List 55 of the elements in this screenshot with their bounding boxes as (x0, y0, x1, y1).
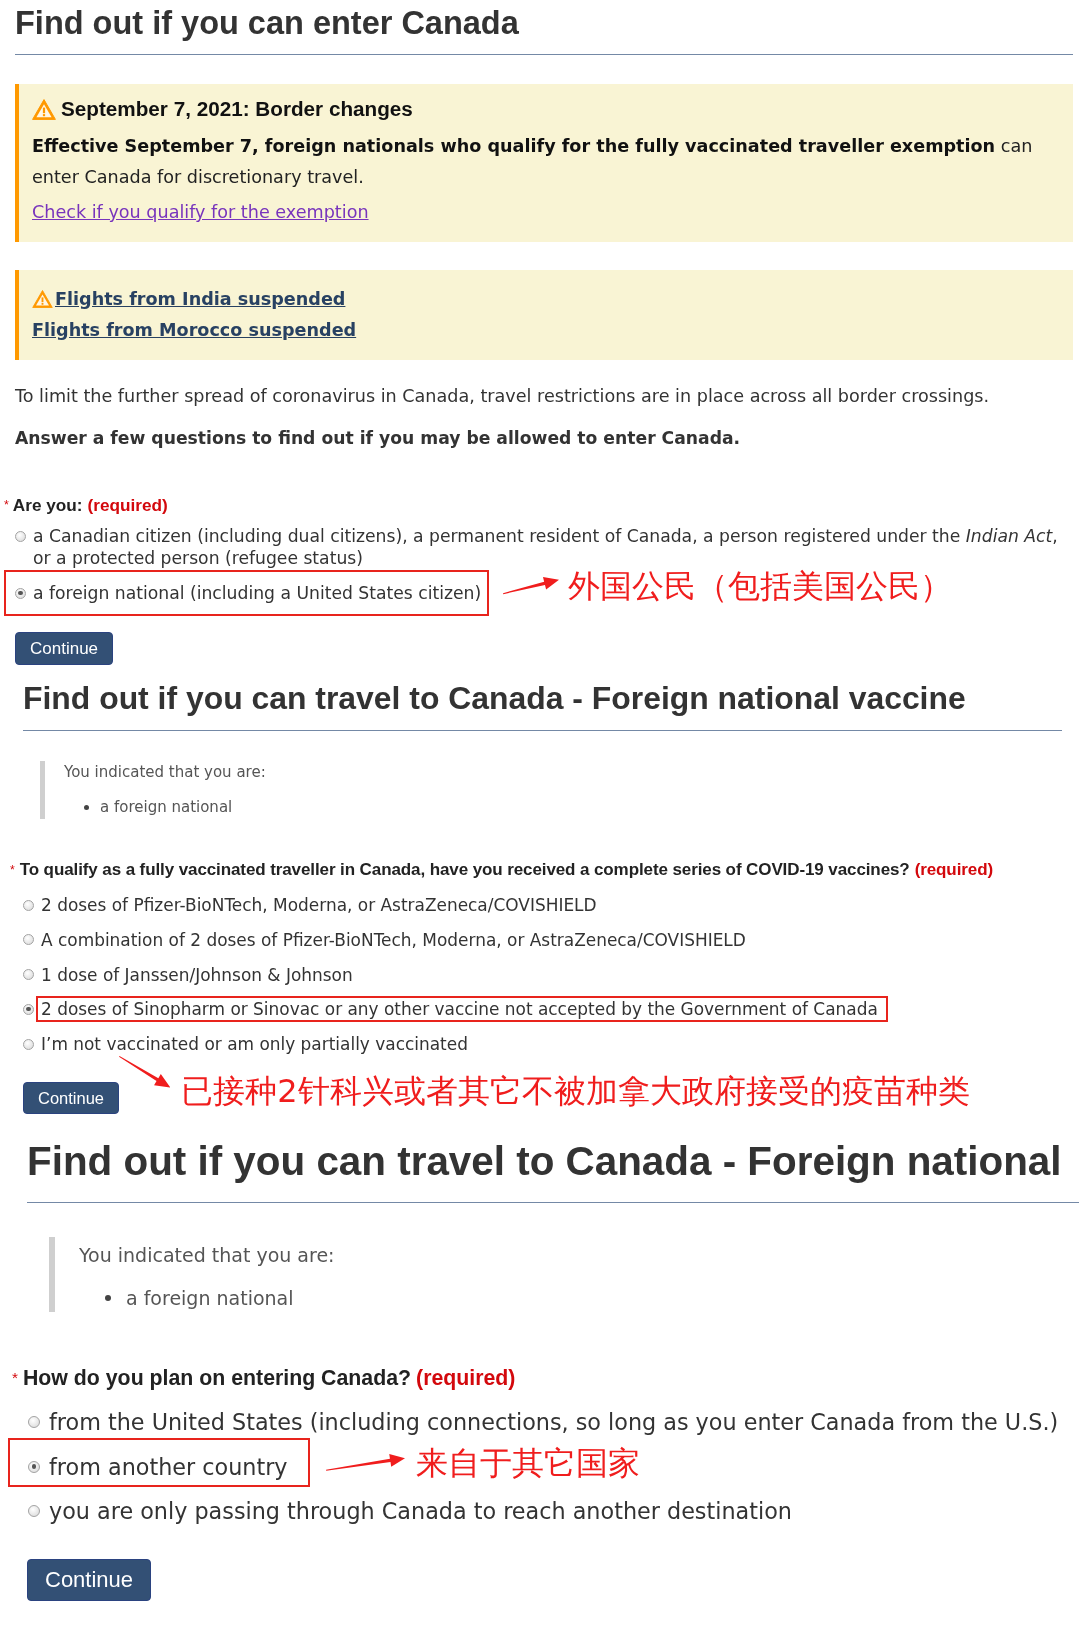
annotation-arrow (503, 577, 560, 595)
required-asterisk: * (4, 497, 9, 514)
radio-button[interactable] (23, 934, 34, 946)
annotation-text: 来自于其它国家 (416, 1443, 641, 1482)
radio-button[interactable] (23, 1003, 34, 1015)
option-label: from the United States (including connections, so long as you enter Canada from the U.S.) (49, 1409, 1059, 1435)
summary-item: a foreign national (126, 1287, 294, 1309)
question-label: How do you plan on entering Canada? (22, 1365, 412, 1392)
radio-button[interactable] (28, 1416, 40, 1428)
option-label: I’m not vaccinated or am only partially vaccinated (41, 1034, 468, 1054)
option-label: 2 doses of Sinopharm or Sinovac or any other vaccine not accepted by the Government of Canada (41, 999, 878, 1020)
option-label: A combination of 2 doses of Pfizer-BioNTech, Moderna, or AstraZeneca/COVISHIELD (41, 929, 746, 950)
radio-button[interactable] (15, 530, 26, 542)
alert-link[interactable]: Flights from India suspended (55, 283, 346, 315)
option-label: a foreign national (including a United States citizen) (33, 582, 482, 604)
intro-text: Answer a few questions to find out if you may be allowed to enter Canada. (15, 427, 741, 450)
required-label: (required) (914, 859, 993, 881)
warning-icon (32, 98, 56, 120)
required-label: (required) (416, 1365, 516, 1392)
radio-button[interactable] (15, 587, 26, 599)
annotation-text: 已接种2针科兴或者其它不被加拿大政府接受的疫苗种类 (181, 1072, 970, 1111)
required-label: (required) (87, 494, 168, 517)
alert-text: Effective September 7, foreign nationals who qualify for the fully vaccinated traveller exemption can enter Canada for discretionary travel. (32, 135, 1034, 189)
option-label: from another country (49, 1453, 288, 1480)
annotation-text: 外国公民（包括美国公民） (568, 567, 953, 605)
option-label: 2 doses of Pfizer-BioNTech, Moderna, or AstraZeneca/COVISHIELD (41, 895, 597, 915)
alert-link[interactable]: Check if you qualify for the exemption (32, 197, 369, 228)
summary-item: a foreign national (100, 798, 233, 816)
question-label: To qualify as a fully vaccinated traveller in Canada, have you received a complete series of COVID-19 vaccines? (19, 859, 910, 881)
alert-link[interactable]: Flights from Morocco suspended (32, 314, 357, 346)
radio-button[interactable] (23, 969, 34, 980)
continue-button[interactable]: Continue (23, 1082, 120, 1114)
option-label: a Canadian citizen (including dual citizens), a permanent resident of Canada, a person registered under the Indian Act, or a protected person (refugee status) (33, 525, 1059, 569)
summary-heading: You indicated that you are: (64, 762, 266, 782)
radio-button[interactable] (28, 1460, 40, 1473)
bullet-icon (84, 804, 89, 810)
page-title: Find out if you can travel to Canada - Foreign national (27, 1138, 1062, 1184)
radio-button[interactable] (23, 899, 34, 911)
continue-button[interactable]: Continue (15, 632, 114, 665)
option-label: you are only passing through Canada to reach another destination (49, 1498, 792, 1524)
required-asterisk: * (10, 862, 15, 879)
bullet-icon (105, 1295, 111, 1301)
page-title: Find out if you can travel to Canada - Foreign national vaccine (23, 679, 966, 717)
intro-text: To limit the further spread of coronavirus in Canada, travel restrictions are in place across all border crossings. (15, 385, 990, 408)
summary-heading: You indicated that you are: (79, 1243, 335, 1268)
annotation-arrow (119, 1056, 171, 1088)
question-label: Are you: (12, 494, 83, 517)
continue-button[interactable]: Continue (27, 1559, 152, 1601)
radio-button[interactable] (28, 1505, 40, 1517)
page-title: Find out if you can enter Canada (15, 4, 519, 43)
warning-icon (32, 290, 53, 308)
alert-heading: September 7, 2021: Border changes (61, 96, 413, 122)
required-asterisk: * (12, 1368, 18, 1388)
radio-button[interactable] (23, 1038, 34, 1050)
option-label: 1 dose of Janssen/Johnson & Johnson (41, 964, 353, 985)
